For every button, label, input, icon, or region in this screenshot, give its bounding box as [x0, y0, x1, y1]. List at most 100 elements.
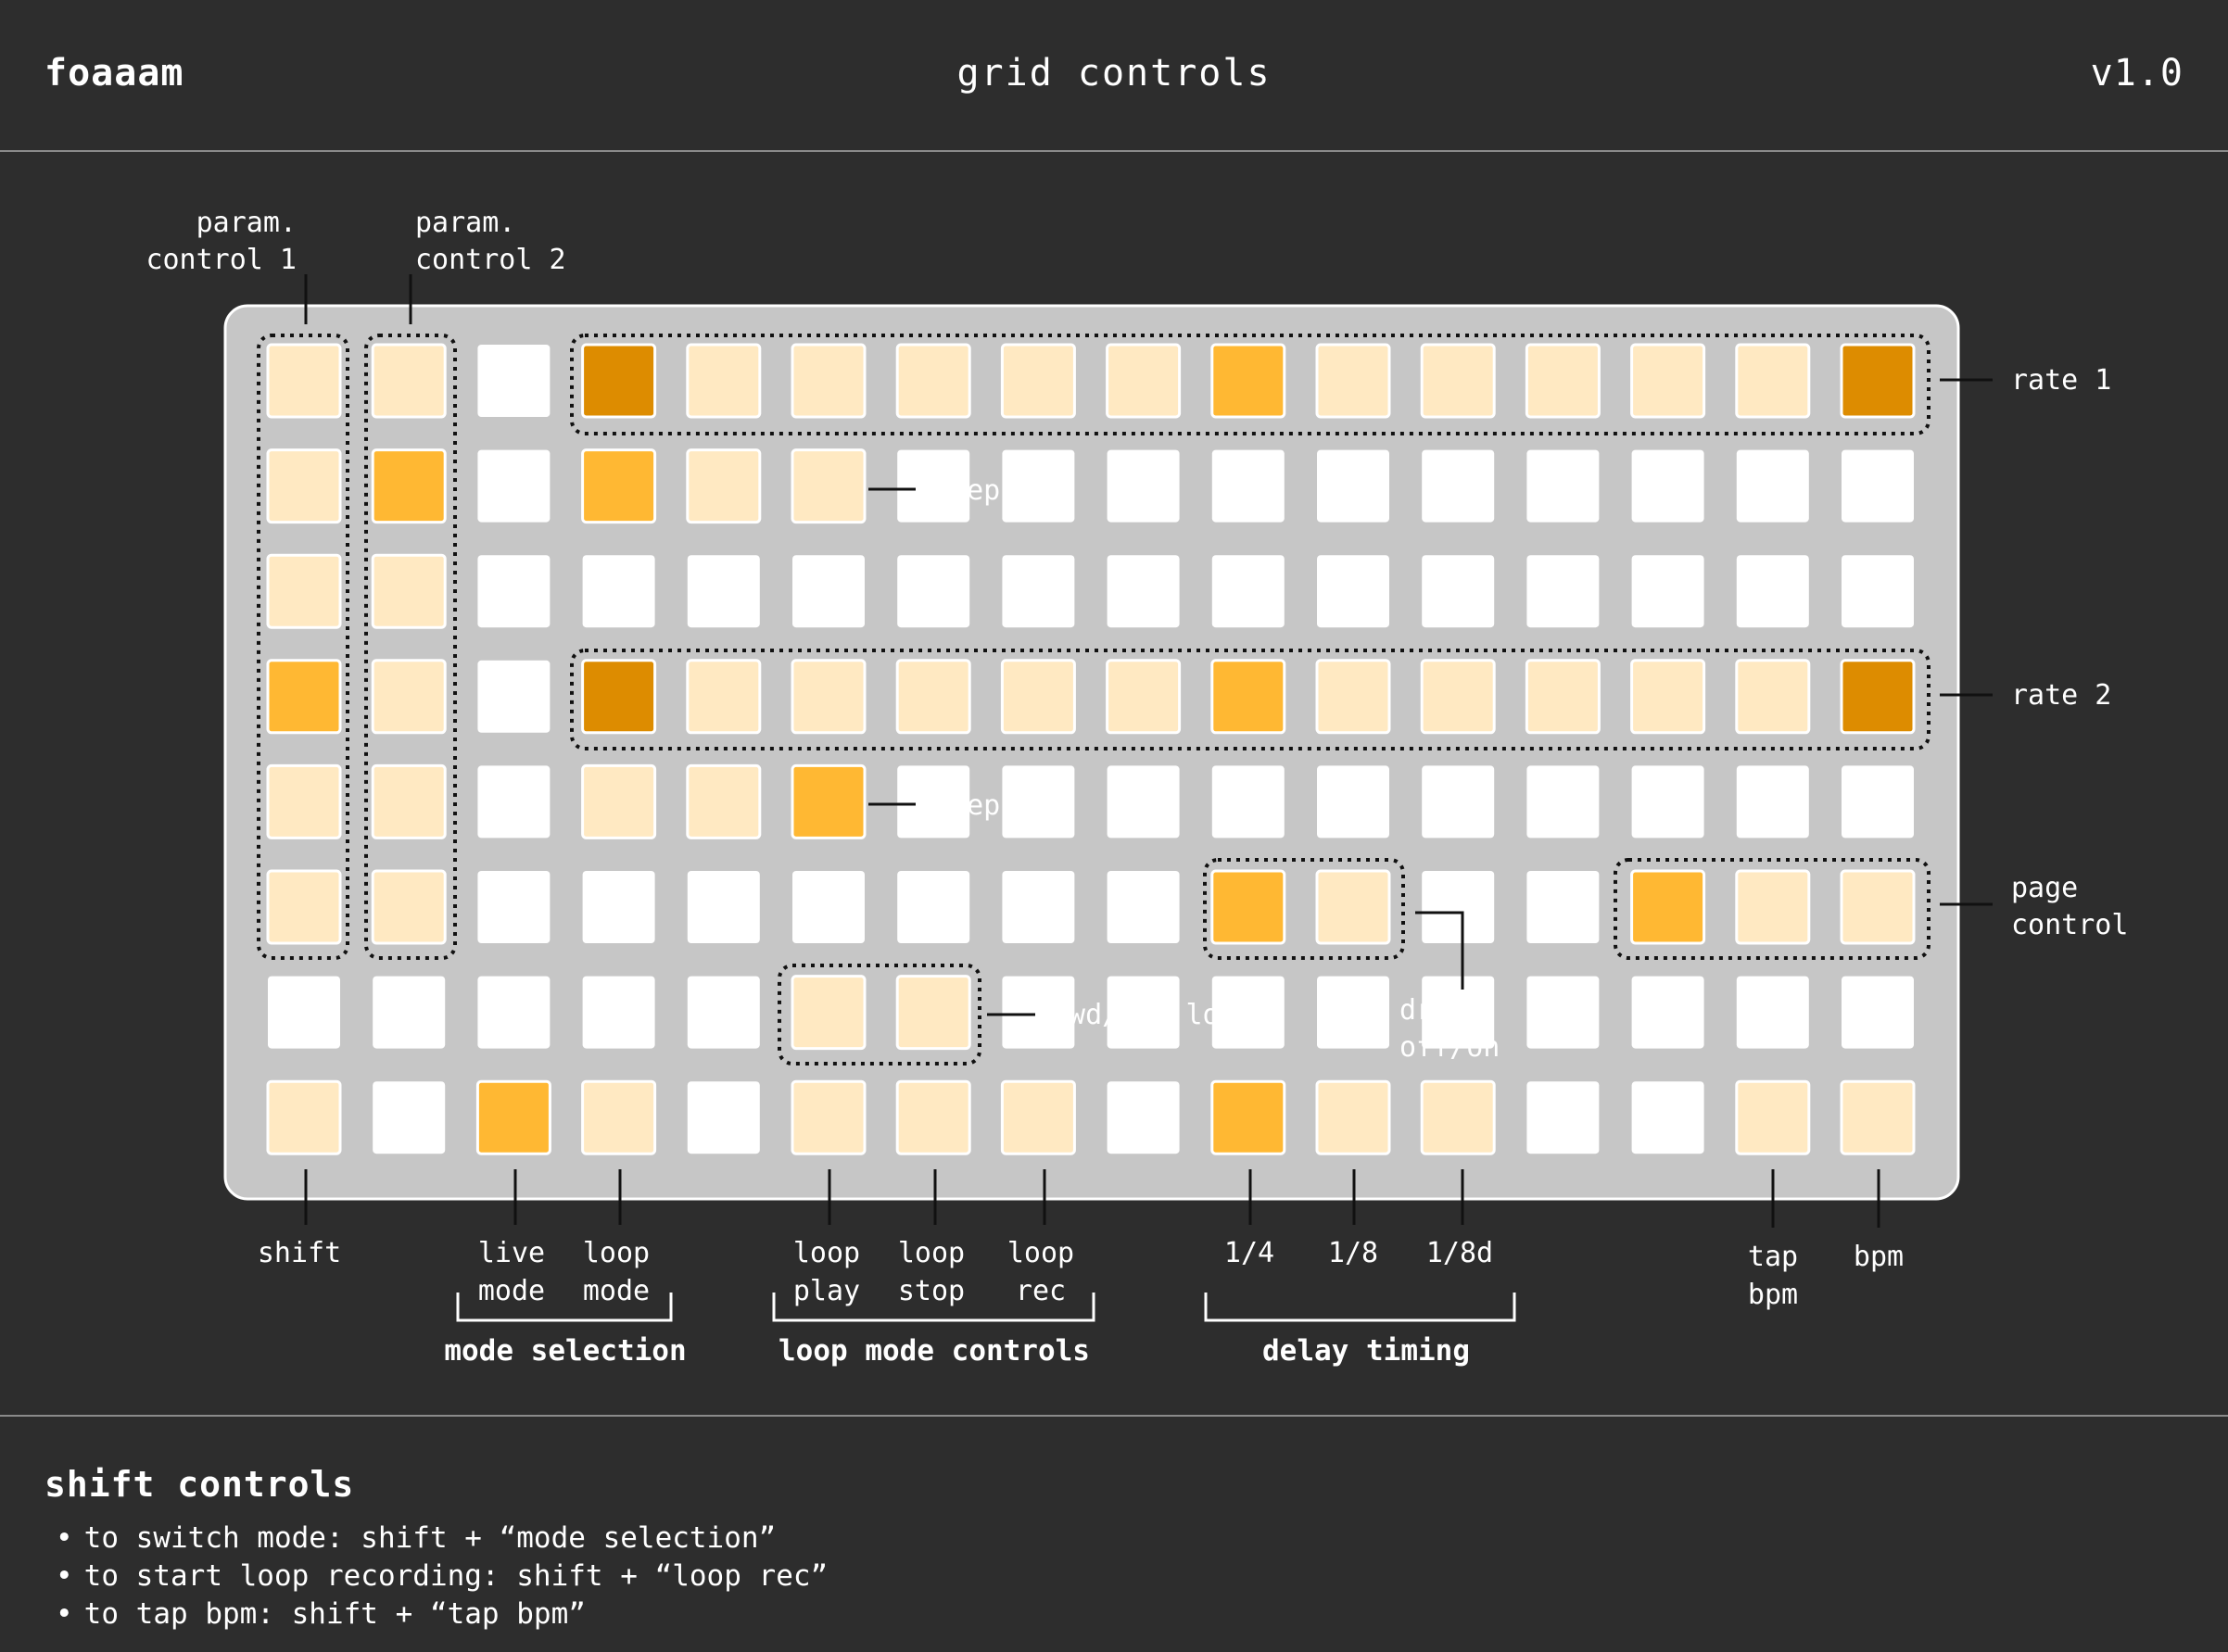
grid-pad[interactable] — [371, 553, 447, 629]
grid-pad[interactable] — [1736, 976, 1809, 1049]
grid-pad[interactable] — [266, 343, 342, 419]
grid-pad[interactable] — [1736, 555, 1809, 628]
grid-pad[interactable] — [791, 763, 867, 839]
grid-pad[interactable] — [581, 343, 657, 419]
grid-pad[interactable] — [1000, 659, 1076, 735]
grid-pad[interactable] — [1631, 1081, 1704, 1154]
grid-pad[interactable] — [1107, 555, 1180, 628]
grid-pad[interactable] — [581, 659, 657, 735]
grid-pad[interactable] — [1107, 765, 1180, 839]
grid-pad[interactable] — [266, 763, 342, 839]
grid-pad[interactable] — [1840, 343, 1916, 419]
grid-pad[interactable] — [1107, 1081, 1180, 1154]
grid-pad[interactable] — [1107, 449, 1180, 523]
grid-pad[interactable] — [582, 871, 655, 943]
grid-pad[interactable] — [1315, 343, 1391, 419]
grid-pad[interactable] — [792, 555, 865, 628]
grid-pad[interactable] — [1420, 1079, 1496, 1155]
grid-pad[interactable] — [266, 448, 342, 524]
grid-pad[interactable] — [1315, 659, 1391, 735]
grid-pad[interactable] — [1840, 659, 1916, 735]
grid-pad[interactable] — [791, 448, 867, 524]
grid-pad[interactable] — [1317, 765, 1389, 839]
grid-pad[interactable] — [1525, 659, 1601, 735]
grid-pad[interactable] — [581, 1079, 657, 1155]
grid-pad[interactable] — [371, 659, 447, 735]
grid-pad[interactable] — [582, 976, 655, 1049]
grid-pad[interactable] — [1630, 869, 1706, 945]
grid-pad[interactable] — [1210, 1079, 1286, 1155]
grid-pad[interactable] — [1106, 659, 1182, 735]
grid-pad[interactable] — [1317, 555, 1389, 628]
grid-pad[interactable] — [1317, 449, 1389, 523]
grid-pad[interactable] — [581, 763, 657, 839]
grid-pad[interactable] — [791, 659, 867, 735]
grid-pad[interactable] — [581, 448, 657, 524]
grid-pad[interactable] — [897, 555, 970, 628]
grid-pad[interactable] — [477, 871, 551, 943]
grid-pad[interactable] — [266, 1079, 342, 1155]
grid-pad[interactable] — [1736, 765, 1809, 839]
grid-pad[interactable] — [1210, 659, 1286, 735]
grid-pad[interactable] — [1842, 976, 1914, 1049]
grid-pad[interactable] — [792, 871, 865, 943]
grid-pad[interactable] — [1842, 765, 1914, 839]
grid-pad[interactable] — [477, 660, 551, 733]
grid-pad[interactable] — [897, 871, 970, 943]
grid-pad[interactable] — [1842, 449, 1914, 523]
grid-pad[interactable] — [1000, 1079, 1076, 1155]
grid-pad[interactable] — [791, 975, 867, 1051]
grid-pad[interactable] — [1840, 869, 1916, 945]
grid-pad[interactable] — [1422, 449, 1495, 523]
grid-pad[interactable] — [895, 659, 971, 735]
grid-pad[interactable] — [687, 976, 760, 1049]
grid-pad[interactable] — [477, 765, 551, 839]
grid-pad[interactable] — [895, 1079, 971, 1155]
grid-pad[interactable] — [477, 555, 551, 628]
grid-pad[interactable] — [1631, 765, 1704, 839]
grid-pad[interactable] — [1735, 343, 1811, 419]
grid-pad[interactable] — [791, 1079, 867, 1155]
grid-pad[interactable] — [1526, 765, 1600, 839]
grid-pad[interactable] — [1631, 449, 1704, 523]
grid-pad[interactable] — [371, 448, 447, 524]
grid-pad[interactable] — [1315, 869, 1391, 945]
grid-pad[interactable] — [1735, 659, 1811, 735]
grid-pad[interactable] — [477, 345, 551, 417]
grid-pad[interactable] — [371, 763, 447, 839]
grid-pad[interactable] — [266, 869, 342, 945]
grid-pad[interactable] — [1210, 343, 1286, 419]
grid-pad[interactable] — [1211, 555, 1285, 628]
grid-pad[interactable] — [1420, 659, 1496, 735]
grid-pad[interactable] — [1526, 976, 1600, 1049]
grid-pad[interactable] — [1840, 1079, 1916, 1155]
grid-pad[interactable] — [1422, 765, 1495, 839]
grid-pad[interactable] — [1526, 871, 1600, 943]
grid-pad[interactable] — [1315, 1079, 1391, 1155]
grid-pad[interactable] — [268, 976, 340, 1049]
grid-pad[interactable] — [1630, 659, 1706, 735]
grid-pad[interactable] — [895, 975, 971, 1051]
grid-pad[interactable] — [1000, 343, 1076, 419]
grid-pad[interactable] — [1422, 871, 1495, 943]
grid-pad[interactable] — [1526, 1081, 1600, 1154]
grid-pad[interactable] — [686, 343, 762, 419]
grid-pad[interactable] — [371, 343, 447, 419]
grid-pad[interactable] — [1526, 555, 1600, 628]
grid-pad[interactable] — [477, 449, 551, 523]
grid-pad[interactable] — [1211, 449, 1285, 523]
grid-pad[interactable] — [1842, 555, 1914, 628]
grid-pad[interactable] — [1526, 449, 1600, 523]
grid-pad[interactable] — [1107, 871, 1180, 943]
grid-pad[interactable] — [266, 659, 342, 735]
grid-pad[interactable] — [687, 871, 760, 943]
grid-pad[interactable] — [477, 976, 551, 1049]
grid-pad[interactable] — [687, 555, 760, 628]
grid-pad[interactable] — [1210, 869, 1286, 945]
grid-pad[interactable] — [1420, 343, 1496, 419]
grid-pad[interactable] — [687, 1081, 760, 1154]
grid-pad[interactable] — [371, 869, 447, 945]
grid-pad[interactable] — [1630, 343, 1706, 419]
grid-pad[interactable] — [1002, 555, 1075, 628]
grid-pad[interactable] — [1106, 343, 1182, 419]
